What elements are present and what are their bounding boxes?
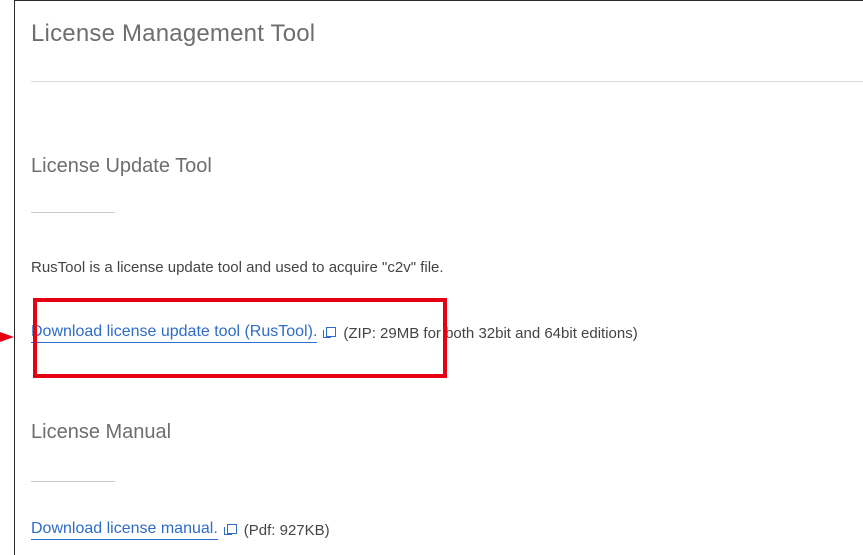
download-manual-link[interactable]: Download license manual. — [31, 520, 218, 540]
title-divider — [31, 81, 863, 82]
manual-file-info: (Pdf: 927KB) — [243, 521, 330, 539]
external-link-icon[interactable] — [223, 524, 237, 536]
page-title: License Management Tool — [31, 20, 316, 47]
update-tool-download-row: Download license update tool (RusTool). … — [31, 323, 638, 343]
pointer-arrow-icon — [0, 332, 14, 342]
section-divider-update-tool — [31, 212, 115, 213]
section-heading-manual: License Manual — [31, 421, 172, 443]
update-tool-file-info: (ZIP: 29MB for both 32bit and 64bit edit… — [343, 324, 638, 342]
section-divider-manual — [31, 481, 115, 482]
update-tool-description: RusTool is a license update tool and use… — [31, 259, 444, 276]
section-heading-update-tool: License Update Tool — [31, 155, 212, 177]
content-panel: License Management Tool License Update T… — [14, 0, 863, 555]
download-update-tool-link[interactable]: Download license update tool (RusTool). — [31, 323, 318, 343]
manual-download-row: Download license manual. (Pdf: 927KB) — [31, 520, 330, 540]
external-link-icon[interactable] — [323, 327, 337, 339]
